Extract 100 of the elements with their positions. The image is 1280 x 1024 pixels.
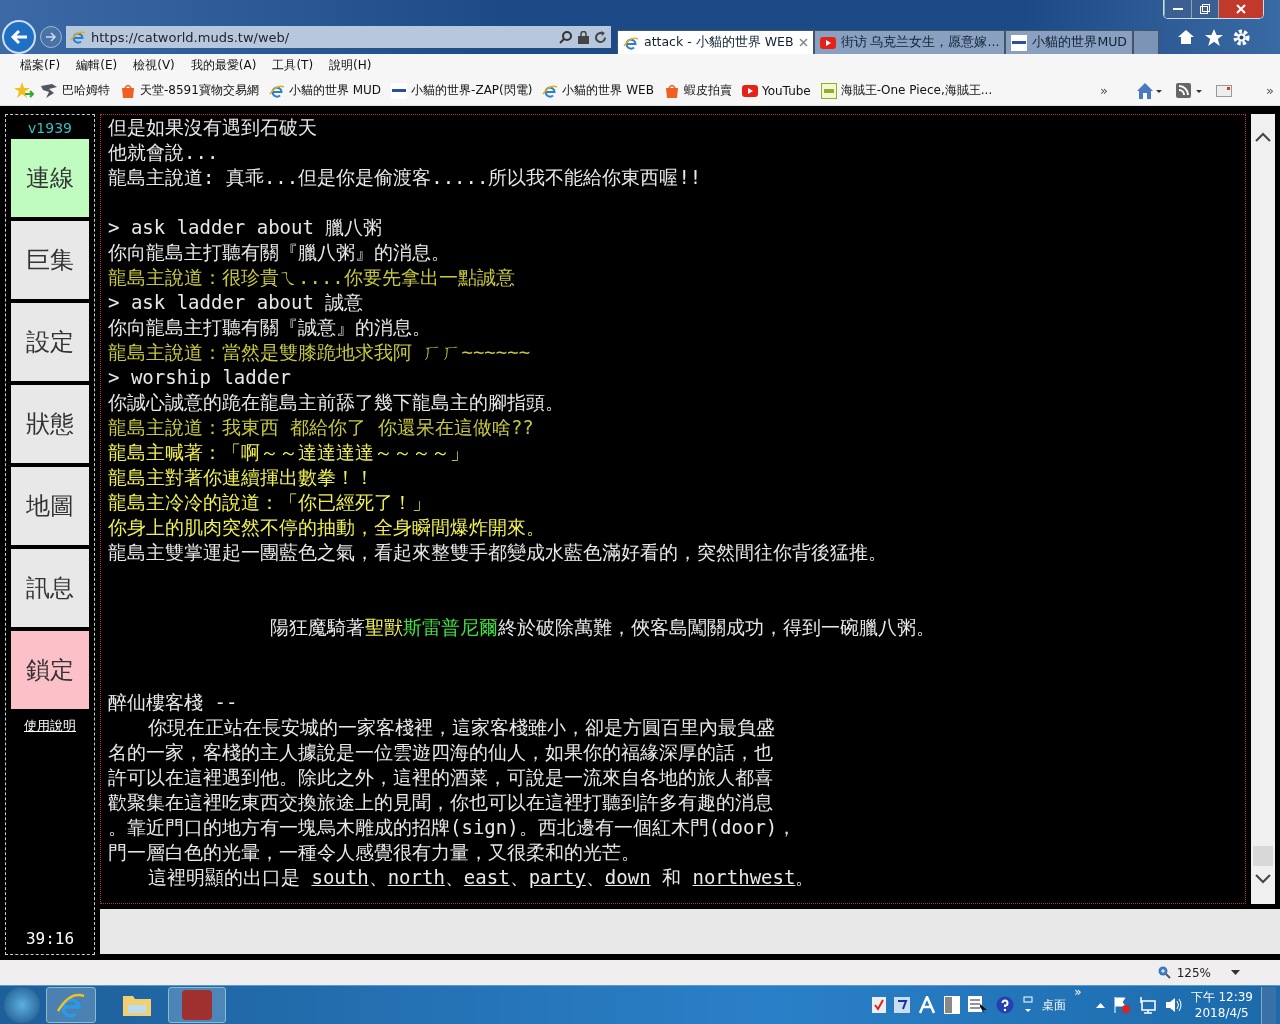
browser-tab[interactable]: 小貓的世界MUD: [1005, 30, 1133, 54]
start-button[interactable]: [4, 987, 40, 1023]
menu-item[interactable]: 編輯(E): [68, 56, 126, 74]
close-icon[interactable]: [798, 38, 808, 47]
window-switch-icon[interactable]: [1022, 995, 1035, 1015]
more-chevron[interactable]: »: [1100, 83, 1109, 98]
sidebar-button[interactable]: 地圖: [11, 467, 89, 545]
scrollbar[interactable]: [1251, 114, 1275, 904]
document-icon[interactable]: [872, 997, 887, 1013]
command-input[interactable]: [100, 909, 1280, 954]
zoom-level[interactable]: 125%: [1176, 965, 1211, 980]
more-chevron[interactable]: »: [1074, 984, 1082, 999]
sidebar-button[interactable]: 設定: [11, 303, 89, 381]
chevron-up-icon[interactable]: [1255, 132, 1271, 142]
output-line: 你誠心誠意的跪在龍島主前舔了幾下龍島主的腳指頭。: [108, 390, 565, 415]
ie-icon: [70, 29, 86, 45]
output-line: 龍島主說道: 真乖...但是你是偷渡客.....所以我不能給你東西喔!!: [108, 165, 703, 190]
sidebar-button[interactable]: 連線: [11, 139, 89, 217]
sidebar-button[interactable]: 巨集: [11, 221, 89, 299]
favorite-link[interactable]: 小貓的世界 MUD: [268, 82, 382, 99]
menu-item[interactable]: 檔案(F): [12, 56, 69, 74]
exit-link[interactable]: northwest: [692, 866, 796, 888]
new-tab-button[interactable]: [1132, 30, 1159, 54]
address-bar[interactable]: https://catworld.muds.tw/web/: [66, 26, 611, 48]
help-link[interactable]: 使用說明: [24, 717, 76, 735]
output-line: 醉仙樓客棧 --: [108, 690, 239, 715]
close-icon: [1236, 4, 1246, 14]
scroll-thumb[interactable]: [1253, 846, 1273, 866]
browser-tab[interactable]: 街访 乌克兰女生，愿意嫁...: [813, 30, 1006, 54]
menu-item[interactable]: 說明(H): [321, 56, 380, 74]
caret-icon[interactable]: [1231, 970, 1240, 975]
caret-up-icon[interactable]: [1095, 1002, 1105, 1008]
output-line: 名的一家，客棧的主人據說是一位雲遊四海的仙人，如果你的福緣深厚的話，也: [108, 740, 774, 765]
mail-icon[interactable]: [1216, 84, 1233, 97]
output-line: 龍島主對著你連續揮出數拳！！: [108, 465, 375, 490]
command-line: > worship ladder: [108, 365, 293, 390]
output-line: 龍島主雙掌運起一團藍色之氣，看起來整雙手都變成水藍色滿好看的，突然間往你背後猛推。: [108, 540, 888, 565]
menu-item[interactable]: 工具(T): [264, 56, 322, 74]
restore-icon: [1200, 4, 1210, 14]
version-label: v1939: [28, 119, 72, 138]
favorite-link[interactable]: 巴哈姆特: [40, 82, 110, 99]
menu-item[interactable]: 我的最愛(A): [182, 56, 265, 74]
favorite-link[interactable]: 小貓的世界 WEB: [542, 82, 654, 99]
star-icon[interactable]: [1204, 28, 1223, 46]
exit-link[interactable]: south: [311, 866, 369, 888]
sidebar-button[interactable]: 鎖定: [11, 631, 89, 709]
list-cursor-icon[interactable]: [968, 996, 989, 1014]
feed-icon[interactable]: [1176, 82, 1205, 99]
refresh-icon[interactable]: [594, 30, 607, 44]
output-line: 。靠近門口的地方有一塊烏木雕成的招牌(sign)。西北邊有一個紅木門(door)，: [108, 815, 798, 840]
taskbar-app[interactable]: [168, 987, 226, 1023]
close-button[interactable]: [1218, 0, 1263, 18]
minimize-button[interactable]: [1164, 0, 1191, 18]
command-line: > ask ladder about 臘八粥: [108, 215, 384, 240]
exit-link[interactable]: east: [463, 866, 510, 888]
browser-tab[interactable]: attack - 小貓的世界 WEB: [617, 30, 814, 54]
more-chevron[interactable]: »: [1266, 83, 1274, 98]
home-icon[interactable]: [1176, 28, 1195, 45]
taskbar-app[interactable]: [46, 987, 96, 1023]
timer-label: 39:16: [25, 929, 75, 948]
contrast-icon[interactable]: [944, 996, 961, 1014]
output-line: 龍島主說道：很珍貴ㄟ....你要先拿出一點誠意: [108, 265, 516, 290]
exit-link[interactable]: down: [604, 866, 651, 888]
play-icon: [741, 84, 758, 97]
favorite-link[interactable]: 海賊王-One Piece,海賊王...: [820, 82, 993, 99]
favorite-link[interactable]: 小貓的世界-ZAP(閃電): [391, 82, 533, 99]
sidebar-button[interactable]: 訊息: [11, 549, 89, 627]
output-line: 龍島主說道：我東西 都給你了 你還呆在這做啥??: [108, 415, 535, 440]
favorite-link[interactable]: YouTube: [741, 83, 811, 98]
chevron-down-icon[interactable]: [1255, 874, 1271, 884]
site-icon: [1011, 34, 1028, 51]
clock[interactable]: 下午 12:39 2018/4/5: [1190, 989, 1253, 1021]
forward-button[interactable]: [40, 26, 62, 48]
speaker-icon[interactable]: [1164, 997, 1183, 1013]
home-icon[interactable]: [1136, 81, 1163, 100]
flag-icon[interactable]: [1112, 996, 1131, 1014]
lock-icon: [578, 30, 589, 44]
font-icon[interactable]: [918, 996, 937, 1014]
settings-icon[interactable]: [1232, 28, 1250, 46]
desktop-toolbar-label[interactable]: 桌面: [1042, 996, 1067, 1014]
back-button[interactable]: [2, 20, 36, 54]
folder-icon: [122, 993, 152, 1017]
menu-item[interactable]: 檢視(V): [125, 56, 183, 74]
restore-button[interactable]: [1191, 0, 1218, 18]
search-icon[interactable]: [559, 30, 573, 44]
output-line: 你向龍島主打聽有關『誠意』的消息。: [108, 315, 432, 340]
favorite-link[interactable]: 蝦皮拍賣: [663, 82, 732, 99]
site-icon: [391, 82, 408, 99]
exit-link[interactable]: party: [528, 866, 586, 888]
minimize-icon: [1173, 7, 1183, 11]
help-icon[interactable]: [996, 996, 1015, 1014]
sidebar-button[interactable]: 狀態: [11, 385, 89, 463]
output-line: 他就會說...: [108, 140, 220, 165]
favorites-star-icon[interactable]: [14, 81, 34, 100]
favorite-link[interactable]: 天堂-8591寶物交易網: [120, 82, 259, 99]
output-line: 許可以在這裡遇到他。除此之外，這裡的酒菜，可說是一流來自各地的旅人都喜: [108, 765, 774, 790]
command-line: > ask ladder about 誠意: [108, 290, 365, 315]
exit-link[interactable]: north: [387, 866, 445, 888]
output-line: 但是如果沒有遇到石破天: [108, 115, 318, 140]
network-icon[interactable]: [1138, 996, 1157, 1014]
